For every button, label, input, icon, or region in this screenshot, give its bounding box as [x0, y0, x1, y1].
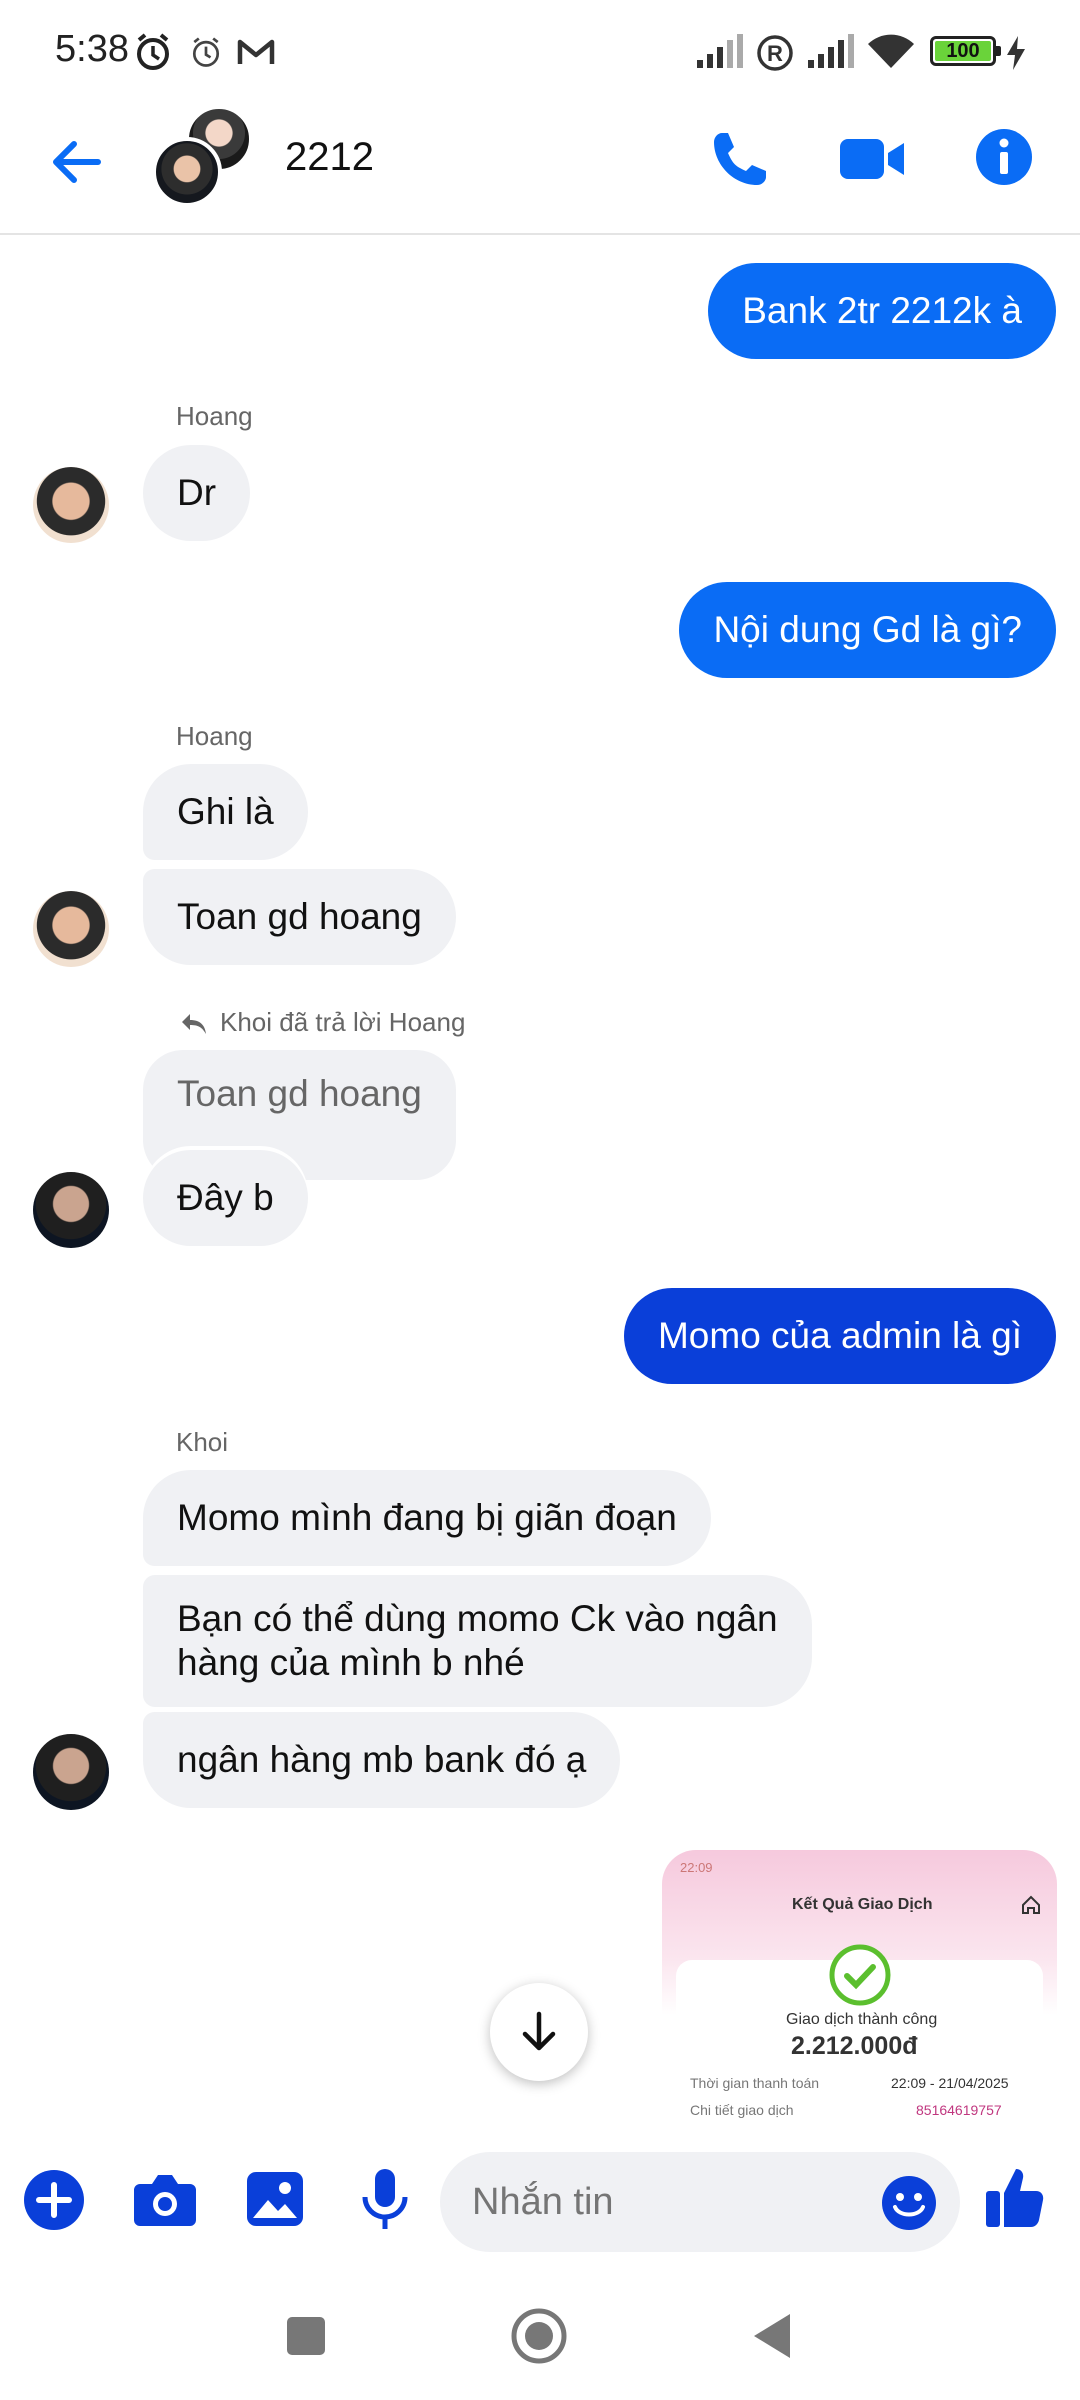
avatar[interactable] — [33, 467, 109, 543]
incoming-message[interactable]: Ghi là — [143, 764, 308, 860]
message-line: Bạn có thể dùng momo Ck vào ngân — [177, 1598, 778, 1639]
microphone-icon[interactable] — [357, 2167, 413, 2231]
check-circle-icon — [829, 1944, 891, 2006]
back-triangle-icon[interactable] — [752, 2312, 792, 2360]
reply-label: Khoi đã trả lời Hoang — [220, 1007, 466, 1037]
alarm-clock-icon — [192, 37, 220, 67]
charging-icon — [1007, 36, 1025, 70]
message-list[interactable]: Bank 2tr 2212k à Hoang Dr Nội dung Gd là… — [0, 237, 1080, 2125]
home-icon — [1022, 1895, 1040, 1914]
signal-icon — [808, 34, 854, 68]
info-icon[interactable] — [974, 127, 1034, 187]
chat-header: 2212 — [0, 105, 1080, 235]
video-camera-icon[interactable] — [838, 133, 906, 185]
outgoing-message[interactable]: Momo của admin là gì — [623, 1288, 1056, 1384]
wifi-icon — [868, 34, 914, 68]
thumb-row-label: Thời gian thanh toán — [690, 2075, 820, 2091]
home-button-icon[interactable] — [510, 2307, 568, 2365]
incoming-message[interactable]: ngân hàng mb bank đó ạ — [143, 1712, 621, 1808]
sender-name: Hoang — [176, 401, 253, 431]
avatar[interactable] — [33, 891, 109, 967]
incoming-message[interactable]: Bạn có thể dùng momo Ck vào ngân hàng củ… — [143, 1575, 812, 1707]
message-input-container[interactable] — [440, 2152, 960, 2252]
incoming-message[interactable]: Dr — [143, 445, 251, 541]
outgoing-message[interactable]: Bank 2tr 2212k à — [708, 263, 1056, 359]
outgoing-message[interactable]: Nội dung Gd là gì? — [679, 582, 1056, 678]
phone-icon[interactable] — [708, 127, 772, 191]
sender-name: Hoang — [176, 721, 253, 751]
message-line: hàng của mình b nhé — [177, 1642, 525, 1683]
thumb-amount: 2.212.000đ — [791, 2032, 918, 2060]
emoji-icon[interactable] — [880, 2174, 938, 2232]
avatar[interactable] — [33, 1172, 109, 1248]
incoming-message[interactable]: Toan gd hoang — [143, 869, 456, 965]
avatar[interactable] — [33, 1734, 109, 1810]
arrow-down-icon — [522, 2011, 556, 2051]
status-bar: 5:38 R 100 — [0, 0, 1080, 105]
thumb-status: Giao dịch thành công — [786, 2011, 938, 2028]
svg-text:R: R — [767, 41, 783, 66]
back-arrow-icon[interactable] — [46, 132, 106, 192]
image-icon[interactable] — [245, 2170, 305, 2228]
gmail-icon — [237, 39, 275, 64]
chat-title[interactable]: 2212 — [285, 135, 374, 180]
thumb-row-label: Chi tiết giao dịch — [690, 2102, 794, 2118]
status-time: 5:38 — [55, 28, 129, 70]
camera-icon[interactable] — [132, 2170, 198, 2228]
sender-name: Khoi — [176, 1427, 229, 1457]
recent-apps-icon[interactable] — [286, 2316, 326, 2356]
transaction-card: Giao dịch thành công 2.212.000đ Thời gia… — [676, 1944, 1043, 2125]
system-navigation-bar — [0, 2270, 1080, 2400]
plus-icon[interactable] — [22, 2168, 86, 2232]
composer-bar — [0, 2125, 1080, 2270]
message-input[interactable] — [472, 2176, 852, 2228]
battery-level: 100 — [935, 41, 991, 61]
battery-icon: 100 — [930, 36, 1001, 66]
incoming-message[interactable]: Đây b — [143, 1150, 308, 1246]
scroll-to-bottom-button[interactable] — [490, 1983, 588, 2081]
signal-icon — [697, 34, 743, 68]
alarm-icon — [137, 33, 169, 70]
incoming-message[interactable]: Momo mình đang bị giãn đoạn — [143, 1470, 711, 1566]
thumb-title: Kết Quả Giao Dịch — [792, 1896, 933, 1913]
avatar[interactable] — [152, 137, 222, 207]
thumbs-up-icon[interactable] — [984, 2165, 1044, 2229]
thumb-status-time: 22:09 — [680, 1860, 713, 1875]
thumb-row-value: 22:09 - 21/04/2025 — [891, 2075, 1009, 2091]
thumb-row-value: 85164619757 — [916, 2102, 1002, 2118]
reply-icon — [182, 1014, 206, 1034]
image-attachment[interactable]: 22:09 Kết Quả Giao Dịch Giao dịch thành … — [662, 1850, 1057, 2125]
roaming-icon: R — [757, 35, 793, 71]
